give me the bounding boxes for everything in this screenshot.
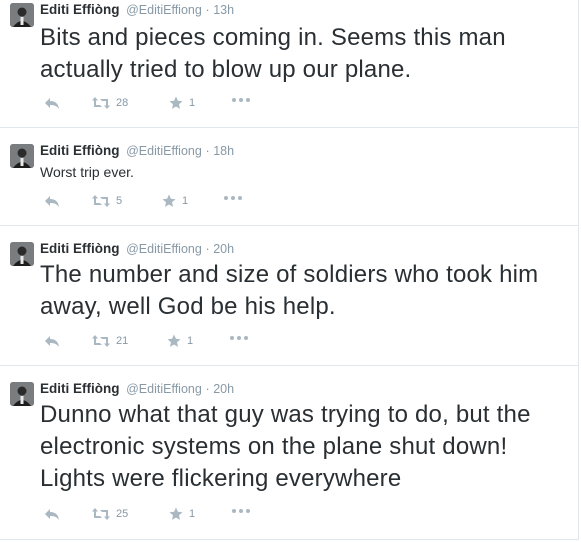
reply-icon <box>45 98 59 109</box>
separator: · <box>205 382 210 396</box>
reply-icon <box>45 196 59 207</box>
more-button[interactable] <box>229 334 249 342</box>
retweet-count: 21 <box>116 335 129 347</box>
reply-button[interactable] <box>44 507 60 521</box>
reply-icon <box>45 336 59 347</box>
timestamp[interactable]: 20h <box>213 242 234 256</box>
separator: · <box>205 3 210 17</box>
tweet-text: Bits and pieces coming in. Seems this ma… <box>40 24 506 83</box>
tweet[interactable]: Editi Effiòng @EditiEffiong · 20h Dunno … <box>0 366 579 540</box>
username[interactable]: @EditiEffiong <box>126 242 202 256</box>
tweet[interactable]: Editi Effiòng @EditiEffiong · 18h Worst … <box>0 128 579 226</box>
retweet-button[interactable]: 5 <box>92 194 122 208</box>
star-icon <box>169 507 183 520</box>
favorite-button[interactable]: 1 <box>162 194 188 208</box>
more-button[interactable] <box>223 194 243 202</box>
reply-button[interactable] <box>44 96 60 110</box>
retweet-icon <box>92 508 110 520</box>
retweet-icon <box>92 335 110 347</box>
retweet-button[interactable]: 21 <box>92 334 128 348</box>
star-icon <box>162 194 176 207</box>
separator: · <box>205 144 210 158</box>
reply-button[interactable] <box>44 194 60 208</box>
avatar[interactable] <box>10 3 34 27</box>
username[interactable]: @EditiEffiong <box>126 144 202 158</box>
separator: · <box>205 242 210 256</box>
favorite-button[interactable]: 1 <box>169 96 195 110</box>
tweet-header: Editi Effiòng @EditiEffiong · 20h <box>40 241 234 257</box>
tweet-header: Editi Effiòng @EditiEffiong · 13h <box>40 2 234 18</box>
tweet-text: Worst trip ever. <box>40 164 134 180</box>
avatar[interactable] <box>10 144 34 168</box>
tweet-text: Dunno what that guy was trying to do, bu… <box>40 401 531 492</box>
more-button[interactable] <box>231 96 251 104</box>
favorite-count: 1 <box>189 97 196 109</box>
favorite-count: 1 <box>182 195 189 207</box>
timeline: Editi Effiòng @EditiEffiong · 13h Bits a… <box>0 0 579 540</box>
reply-icon <box>45 509 59 520</box>
username[interactable]: @EditiEffiong <box>126 382 202 396</box>
display-name[interactable]: Editi Effiòng <box>40 143 119 158</box>
tweet[interactable]: Editi Effiòng @EditiEffiong · 20h The nu… <box>0 226 579 366</box>
star-icon <box>169 96 183 109</box>
reply-button[interactable] <box>44 334 60 348</box>
username[interactable]: @EditiEffiong <box>126 3 202 17</box>
timestamp[interactable]: 13h <box>213 3 234 17</box>
retweet-button[interactable]: 28 <box>92 96 128 110</box>
tweet-header: Editi Effiòng @EditiEffiong · 20h <box>40 381 234 397</box>
display-name[interactable]: Editi Effiòng <box>40 241 119 256</box>
display-name[interactable]: Editi Effiòng <box>40 381 119 396</box>
more-button[interactable] <box>231 507 251 515</box>
favorite-count: 1 <box>189 508 196 520</box>
retweet-button[interactable]: 25 <box>92 507 128 521</box>
more-icon <box>224 196 242 200</box>
favorite-button[interactable]: 1 <box>169 507 195 521</box>
display-name[interactable]: Editi Effiòng <box>40 2 119 17</box>
more-icon <box>230 336 248 340</box>
favorite-count: 1 <box>187 335 194 347</box>
tweet-text: The number and size of soldiers who took… <box>40 261 539 320</box>
avatar[interactable] <box>10 382 34 406</box>
retweet-icon <box>92 195 110 207</box>
tweet[interactable]: Editi Effiòng @EditiEffiong · 13h Bits a… <box>0 0 579 128</box>
timestamp[interactable]: 18h <box>213 144 234 158</box>
more-icon <box>232 98 250 102</box>
retweet-count: 28 <box>116 97 129 109</box>
favorite-button[interactable]: 1 <box>167 334 193 348</box>
more-icon <box>232 509 250 513</box>
retweet-icon <box>92 97 110 109</box>
timestamp[interactable]: 20h <box>213 382 234 396</box>
tweet-header: Editi Effiòng @EditiEffiong · 18h <box>40 143 234 159</box>
avatar[interactable] <box>10 242 34 266</box>
retweet-count: 5 <box>116 195 123 207</box>
retweet-count: 25 <box>116 508 129 520</box>
star-icon <box>167 334 181 347</box>
